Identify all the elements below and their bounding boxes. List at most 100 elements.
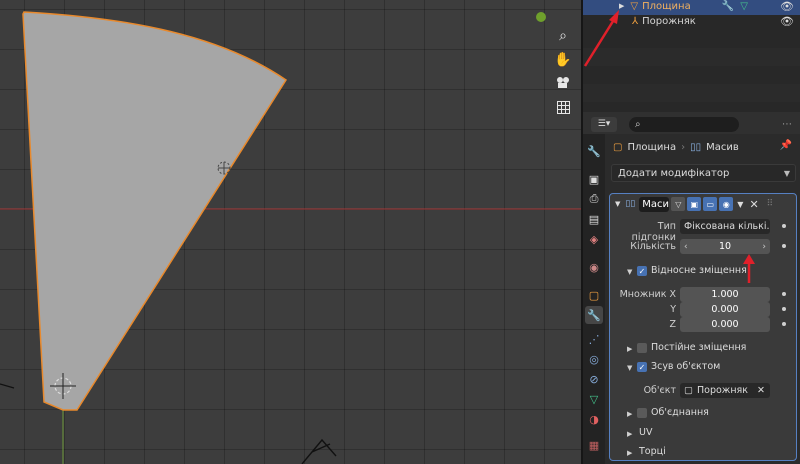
3d-viewport[interactable]: ⌕ ✋ (0, 0, 581, 464)
tab-output[interactable]: ⎙ (585, 190, 603, 208)
expand-arrow-icon[interactable]: ▶ (627, 430, 632, 438)
array-icon: ▯▯ (625, 199, 636, 209)
add-modifier-dropdown[interactable]: Додати модифікатор ▼ (611, 164, 796, 182)
eye-icon[interactable]: 👁 (780, 0, 794, 13)
uv-label[interactable]: UV (639, 427, 652, 438)
tab-physics[interactable]: ◎ (585, 350, 603, 368)
mesh-icon: ▢ (613, 141, 623, 153)
viewport-display-icon[interactable]: ▭ (703, 197, 718, 211)
close-icon[interactable]: ✕ (749, 198, 758, 211)
properties-editor[interactable]: ☰▾ ⌕ ⋯ 🔧 ▣ ⎙ ▤ ◈ ◉ ▢ 🔧 ⋰ ◎ ⊘ ▽ ◑ ▦ ▢ Пло… (583, 114, 800, 464)
eye-icon[interactable]: 👁 (780, 15, 794, 28)
fit-type-label: Тип підгонки (631, 221, 676, 243)
count-value: 10 (718, 241, 732, 252)
tab-material[interactable]: ◑ (585, 410, 603, 428)
add-modifier-label: Додати модифікатор (618, 167, 730, 179)
factor-z-value: 0.000 (711, 319, 739, 330)
camera-object (301, 438, 337, 464)
factor-y-field[interactable]: 0.000 (680, 302, 770, 317)
collapse-arrow-icon[interactable]: ▼ (615, 200, 620, 208)
expand-arrow-icon[interactable]: ▼ (627, 364, 632, 372)
tab-world[interactable]: ◉ (585, 258, 603, 276)
modifier-header: ▼ ▯▯ Маси ▽ ▣ ▭ ◉ ▼ ✕ ⠿ (610, 194, 796, 214)
tab-texture[interactable]: ▦ (585, 436, 603, 454)
grid-icon[interactable] (553, 97, 573, 117)
fit-type-value: Фіксована кількі... (684, 221, 770, 232)
hand-icon[interactable]: ✋ (553, 50, 573, 70)
modifier-name-field[interactable]: Маси (639, 196, 670, 212)
object-label: Об'єкт (643, 385, 676, 396)
expand-arrow-icon[interactable]: ▶ (627, 449, 632, 457)
object-offset-checkbox[interactable]: ✓ (637, 362, 647, 372)
count-label: Кількість (630, 241, 676, 252)
breadcrumb-modifier: Масив (706, 141, 739, 153)
modifier-name: Маси (642, 198, 670, 210)
keyframe-dot[interactable] (782, 292, 786, 296)
outliner[interactable]: ▶ ▽ Площина 🔧 ▽ 👁 ⅄ Порожняк 👁 (583, 0, 800, 112)
edit-mode-icon[interactable]: ▣ (687, 197, 702, 211)
fit-type-dropdown[interactable]: Фіксована кількі... (680, 219, 770, 234)
edit-cage-icon[interactable]: ▽ (671, 197, 686, 211)
keyframe-dot[interactable] (782, 307, 786, 311)
chevron-down-icon[interactable]: ▼ (737, 200, 743, 209)
array-modifier-panel: ▼ ▯▯ Маси ▽ ▣ ▭ ◉ ▼ ✕ ⠿ Тип підгонки Фік… (609, 193, 797, 461)
search-input[interactable]: ⌕ (629, 116, 739, 132)
tab-object[interactable]: ▢ (585, 286, 603, 304)
object-value: Порожняк (696, 385, 749, 396)
drag-handle-icon[interactable]: ⠿ (767, 199, 774, 209)
chevron-down-icon: ▼ (783, 168, 790, 178)
object-offset-label: Зсув об'єктом (651, 361, 721, 372)
zoom-icon[interactable]: ⌕ (553, 26, 573, 46)
object-field[interactable]: ▢ Порожняк ✕ (680, 383, 770, 398)
expand-arrow-icon[interactable]: ▶ (627, 410, 632, 418)
merge-label: Об'єднання (651, 407, 709, 418)
options-menu-button[interactable]: ⋯ (782, 119, 792, 130)
properties-header: ☰▾ ⌕ ⋯ (583, 114, 800, 134)
constant-offset-checkbox[interactable] (637, 343, 647, 353)
factor-y-label: Y (670, 304, 676, 315)
merge-checkbox[interactable] (637, 408, 647, 418)
wrench-icon[interactable]: 🔧 (722, 1, 734, 12)
array-icon: ▯▯ (690, 141, 702, 153)
factor-x-field[interactable]: 1.000 (680, 287, 770, 302)
expand-arrow-icon[interactable]: ▼ (627, 268, 632, 276)
pin-icon[interactable]: 📌 (780, 140, 792, 151)
mesh-data-icon[interactable]: ▽ (740, 1, 748, 12)
factor-y-value: 0.000 (711, 304, 739, 315)
keyframe-dot[interactable] (782, 224, 786, 228)
object-icon: ▢ (684, 385, 693, 396)
tab-particles[interactable]: ⋰ (585, 330, 603, 348)
search-icon: ⌕ (635, 118, 641, 130)
plane-object[interactable] (22, 11, 288, 411)
outliner-item-label: Площина (642, 0, 691, 12)
increment-icon[interactable]: › (762, 242, 766, 252)
count-field[interactable]: ‹ 10 › (680, 239, 770, 254)
breadcrumb-object: Площина (627, 141, 677, 153)
tab-data[interactable]: ▽ (585, 390, 603, 408)
tab-scene[interactable]: ◈ (585, 230, 603, 248)
tab-tool[interactable]: 🔧 (585, 142, 603, 160)
factor-z-label: Z (669, 319, 676, 330)
keyframe-dot[interactable] (782, 244, 786, 248)
edge-line (0, 383, 15, 389)
caps-label[interactable]: Торці (639, 446, 666, 457)
tab-view-layer[interactable]: ▤ (585, 210, 603, 228)
relative-offset-checkbox[interactable]: ✓ (637, 266, 647, 276)
editor-type-button[interactable]: ☰▾ (591, 116, 617, 132)
camera-icon[interactable] (553, 73, 573, 93)
clear-icon[interactable]: ✕ (757, 385, 765, 396)
navigation-gizmo-dot[interactable] (536, 12, 546, 22)
factor-x-value: 1.000 (711, 289, 739, 300)
breadcrumb: ▢ Площина › ▯▯ Масив (613, 138, 739, 156)
relative-offset-label: Відносне зміщення (651, 265, 747, 276)
outliner-item-label: Порожняк (642, 15, 696, 27)
tab-render[interactable]: ▣ (585, 170, 603, 188)
outliner-empty-row (583, 84, 800, 102)
tab-modifiers[interactable]: 🔧 (585, 306, 603, 324)
expand-arrow-icon[interactable]: ▶ (627, 345, 632, 353)
render-icon[interactable]: ◉ (719, 197, 734, 211)
decrement-icon[interactable]: ‹ (684, 242, 688, 252)
factor-z-field[interactable]: 0.000 (680, 317, 770, 332)
tab-constraints[interactable]: ⊘ (585, 370, 603, 388)
keyframe-dot[interactable] (782, 322, 786, 326)
